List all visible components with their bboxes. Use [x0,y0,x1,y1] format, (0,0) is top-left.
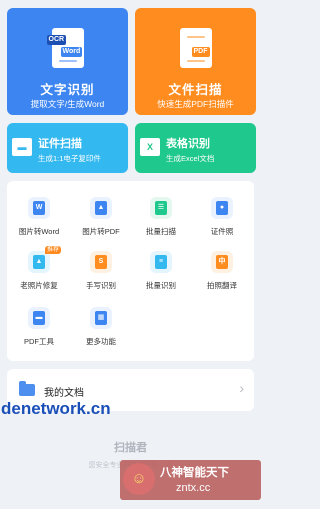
id-scan-title: 证件扫描 [38,138,82,150]
batch-recognize-icon: ≡ [150,251,172,273]
excel-icon: X [140,138,160,156]
word-icon: W [28,197,50,219]
ocr-card[interactable]: OCR Word 文字识别 提取文字/生成Word [7,8,128,115]
tool-pdf-tools[interactable]: ▬ PDF工具 [10,299,68,351]
id-scan-subtitle: 生成1:1电子复印件 [38,154,101,163]
watermark-logo-icon: ☺ [123,463,155,495]
ocr-icon-tag: OCR [46,35,67,45]
tools-panel: W 图片转Word ▲ 图片转PDF ☰ 批量扫描 ● 证件照 ▲ 推荐 老照片… [7,181,254,361]
photo-restore-icon: ▲ 推荐 [28,246,61,273]
tool-photo-restore[interactable]: ▲ 推荐 老照片修复 [10,243,68,295]
tool-batch-scan[interactable]: ☰ 批量扫描 [132,189,190,241]
id-card-icon: ▬ [12,138,32,156]
tool-handwriting[interactable]: S 手写识别 [72,243,130,295]
tool-id-photo[interactable]: ● 证件照 [193,189,251,241]
file-scan-title: 文件扫描 [168,83,223,97]
handwriting-icon: S [90,251,112,273]
scan-icon-label: PDF [191,47,210,57]
file-scan-card[interactable]: PDF 文件扫描 快速生成PDF扫描件 [135,8,256,115]
id-photo-icon: ● [211,197,233,219]
ocr-icon-label: Word [60,47,83,57]
translate-icon: 中 [211,251,233,273]
tool-image-to-pdf[interactable]: ▲ 图片转PDF [72,189,130,241]
table-recognition-card[interactable]: X 表格识别 生成Excel文档 [135,123,256,173]
tool-photo-translate[interactable]: 中 拍照翻译 [193,243,251,295]
id-scan-card[interactable]: ▬ 证件扫描 生成1:1电子复印件 [7,123,128,173]
folder-icon [19,381,35,396]
ocr-title: 文字识别 [40,83,95,97]
watermark-domain-text: zntx.cc [176,482,211,494]
table-subtitle: 生成Excel文档 [166,154,215,163]
site-watermark: denetwork.cn [1,399,111,418]
chevron-right-icon: › [239,380,244,396]
file-scan-subtitle: 快速生成PDF扫描件 [157,99,234,109]
recommend-badge: 推荐 [44,246,61,254]
tool-image-to-word[interactable]: W 图片转Word [10,189,68,241]
footer-app-name: 扫描君 [114,442,147,454]
brand-watermark: ☺ 八神智能天下 zntx.cc [120,460,261,500]
grid-icon: ▦ [90,307,112,329]
tool-batch-recognize[interactable]: ≡ 批量识别 [132,243,190,295]
watermark-brand-text: 八神智能天下 [160,467,229,479]
toolbox-icon: ▬ [28,307,50,329]
my-documents-label: 我的文档 [44,388,84,399]
tool-more[interactable]: ▦ 更多功能 [72,299,130,351]
scan-doc-icon: PDF [179,28,212,68]
ocr-doc-icon: OCR Word [46,28,84,68]
image-icon: ▲ [90,197,112,219]
batch-scan-icon: ☰ [150,197,172,219]
table-title: 表格识别 [166,138,210,150]
ocr-subtitle: 提取文字/生成Word [30,99,105,109]
